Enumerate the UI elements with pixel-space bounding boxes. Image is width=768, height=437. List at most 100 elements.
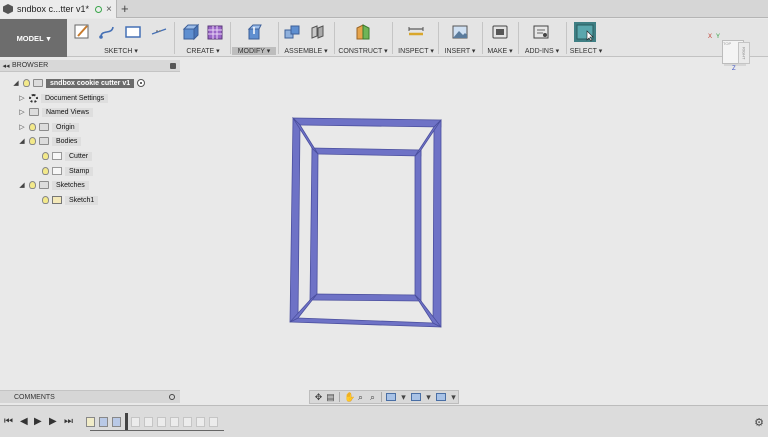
visibility-bulb-icon[interactable]: [42, 167, 49, 175]
look-at-icon[interactable]: ▤: [326, 392, 335, 402]
tree-item-sketch1[interactable]: Sketch1: [42, 194, 99, 206]
document-tab[interactable]: sndbox c...tter v1* ×: [0, 0, 117, 18]
create-sketch-icon[interactable]: [73, 23, 91, 41]
add-ins-menu[interactable]: ADD-INS ▾: [520, 47, 564, 55]
collapse-panel-icon[interactable]: ◂◂: [0, 62, 12, 70]
toolbar-divider: [334, 22, 335, 54]
step-back-icon[interactable]: ◀: [20, 416, 28, 427]
construct-group[interactable]: CONSTRUCT ▾: [336, 19, 390, 57]
suppressed-feature-icon[interactable]: [209, 417, 218, 427]
step-forward-icon[interactable]: ▶: [49, 416, 57, 427]
assemble-menu[interactable]: ASSEMBLE ▾: [280, 47, 332, 55]
add-ins-group[interactable]: ADD-INS ▾: [520, 19, 564, 57]
chevron-down-icon[interactable]: ▾: [449, 392, 458, 402]
tree-item-bodies[interactable]: ◢ Bodies: [18, 135, 82, 147]
zoom-window-icon[interactable]: ⌕: [368, 392, 377, 402]
expand-arrow-icon[interactable]: ▷: [18, 123, 26, 131]
extrude-feature-icon[interactable]: [99, 417, 108, 427]
suppressed-feature-icon[interactable]: [170, 417, 179, 427]
expand-arrow-icon[interactable]: ▷: [18, 108, 26, 116]
insert-menu[interactable]: INSERT ▾: [440, 47, 480, 55]
new-component-icon[interactable]: [283, 23, 301, 41]
sketch-group[interactable]: SKETCH ▾: [70, 19, 172, 57]
tree-item-sketches[interactable]: ◢ Sketches: [18, 179, 89, 191]
visibility-bulb-icon[interactable]: [29, 123, 36, 131]
activate-radio-icon[interactable]: [137, 79, 146, 87]
collapse-arrow-icon[interactable]: ◢: [18, 137, 26, 145]
extrude-feature-icon[interactable]: [112, 417, 121, 427]
select-menu[interactable]: SELECT ▾: [568, 47, 604, 55]
cutter-model[interactable]: [285, 115, 445, 329]
measure-icon[interactable]: [407, 23, 425, 41]
go-to-end-icon[interactable]: ⏭: [64, 416, 73, 427]
create-menu[interactable]: CREATE ▾: [178, 47, 228, 55]
visibility-bulb-icon[interactable]: [29, 137, 36, 145]
play-icon[interactable]: ▶: [34, 416, 42, 427]
rectangle-icon[interactable]: [124, 23, 142, 41]
gear-icon[interactable]: ⚙: [754, 416, 764, 429]
workspace-mode-button[interactable]: MODEL ▾: [0, 19, 67, 57]
visibility-bulb-icon[interactable]: [42, 152, 49, 160]
joint-icon[interactable]: [308, 23, 326, 41]
tree-item-cutter[interactable]: Cutter: [42, 150, 93, 162]
timeline-track[interactable]: [82, 413, 232, 433]
orbit-icon[interactable]: ✥: [314, 392, 323, 402]
expand-arrow-icon[interactable]: ▷: [18, 94, 26, 102]
sketch-feature-icon[interactable]: [86, 417, 95, 427]
press-pull-icon[interactable]: [245, 23, 263, 41]
trim-icon[interactable]: [150, 23, 168, 41]
insert-group[interactable]: INSERT ▾: [440, 19, 480, 57]
chevron-down-icon[interactable]: ▾: [399, 392, 408, 402]
scripts-icon[interactable]: [532, 23, 550, 41]
tree-item-origin[interactable]: ▷ Origin: [18, 121, 79, 133]
select-group[interactable]: SELECT ▾: [568, 19, 604, 57]
timeline-marker[interactable]: [125, 413, 128, 431]
viewcube[interactable]: X Y TOP RIGHT Z: [708, 34, 758, 76]
create-group[interactable]: CREATE ▾: [178, 19, 228, 57]
suppressed-feature-icon[interactable]: [144, 417, 153, 427]
grid-icon[interactable]: [436, 393, 446, 401]
extrude-icon[interactable]: [181, 23, 199, 41]
browser-panel-header[interactable]: ◂◂ BROWSER: [0, 60, 180, 72]
go-to-start-icon[interactable]: ⏮: [4, 416, 13, 427]
visibility-bulb-icon[interactable]: [42, 196, 49, 204]
suppressed-feature-icon[interactable]: [183, 417, 192, 427]
inspect-group[interactable]: INSPECT ▾: [395, 19, 437, 57]
form-icon[interactable]: [206, 23, 224, 41]
chevron-down-icon[interactable]: ▾: [424, 392, 433, 402]
line-icon[interactable]: [98, 23, 116, 41]
tree-item-stamp[interactable]: Stamp: [42, 165, 94, 177]
insert-image-icon[interactable]: [451, 23, 469, 41]
tree-item-named-views[interactable]: ▷ Named Views: [18, 106, 94, 118]
pin-icon[interactable]: [170, 63, 176, 69]
collapse-arrow-icon[interactable]: ◢: [12, 79, 20, 87]
viewcube-right-face[interactable]: RIGHT: [738, 42, 750, 64]
comments-panel-header[interactable]: COMMENTS: [0, 390, 180, 403]
assemble-group[interactable]: ASSEMBLE ▾: [280, 19, 332, 57]
display-settings-icon[interactable]: [386, 393, 396, 401]
pan-icon[interactable]: ✋: [344, 392, 355, 402]
inspect-menu[interactable]: INSPECT ▾: [395, 47, 437, 55]
suppressed-feature-icon[interactable]: [157, 417, 166, 427]
visibility-bulb-icon[interactable]: [23, 79, 30, 87]
3d-print-icon[interactable]: [491, 23, 509, 41]
collapse-arrow-icon[interactable]: ◢: [18, 181, 26, 189]
modify-menu[interactable]: MODIFY ▾: [232, 47, 276, 55]
close-tab-icon[interactable]: ×: [106, 4, 112, 15]
browser-root[interactable]: ◢ sndbox cookie cutter v1: [12, 77, 146, 89]
make-menu[interactable]: MAKE ▾: [484, 47, 516, 55]
select-cursor-icon[interactable]: [574, 22, 596, 42]
make-group[interactable]: MAKE ▾: [484, 19, 516, 57]
visual-style-icon[interactable]: [411, 393, 421, 401]
visibility-bulb-icon[interactable]: [29, 181, 36, 189]
suppressed-feature-icon[interactable]: [196, 417, 205, 427]
new-tab-button[interactable]: +: [121, 1, 129, 16]
offset-plane-icon[interactable]: [354, 23, 372, 41]
tree-item-document-settings[interactable]: ▷ Document Settings: [18, 92, 109, 104]
construct-menu[interactable]: CONSTRUCT ▾: [336, 47, 390, 55]
sketch-menu[interactable]: SKETCH ▾: [70, 47, 172, 55]
zoom-icon[interactable]: ⌕: [356, 392, 365, 402]
add-comment-icon[interactable]: [169, 394, 175, 400]
modify-group[interactable]: MODIFY ▾: [232, 19, 276, 57]
suppressed-feature-icon[interactable]: [131, 417, 140, 427]
